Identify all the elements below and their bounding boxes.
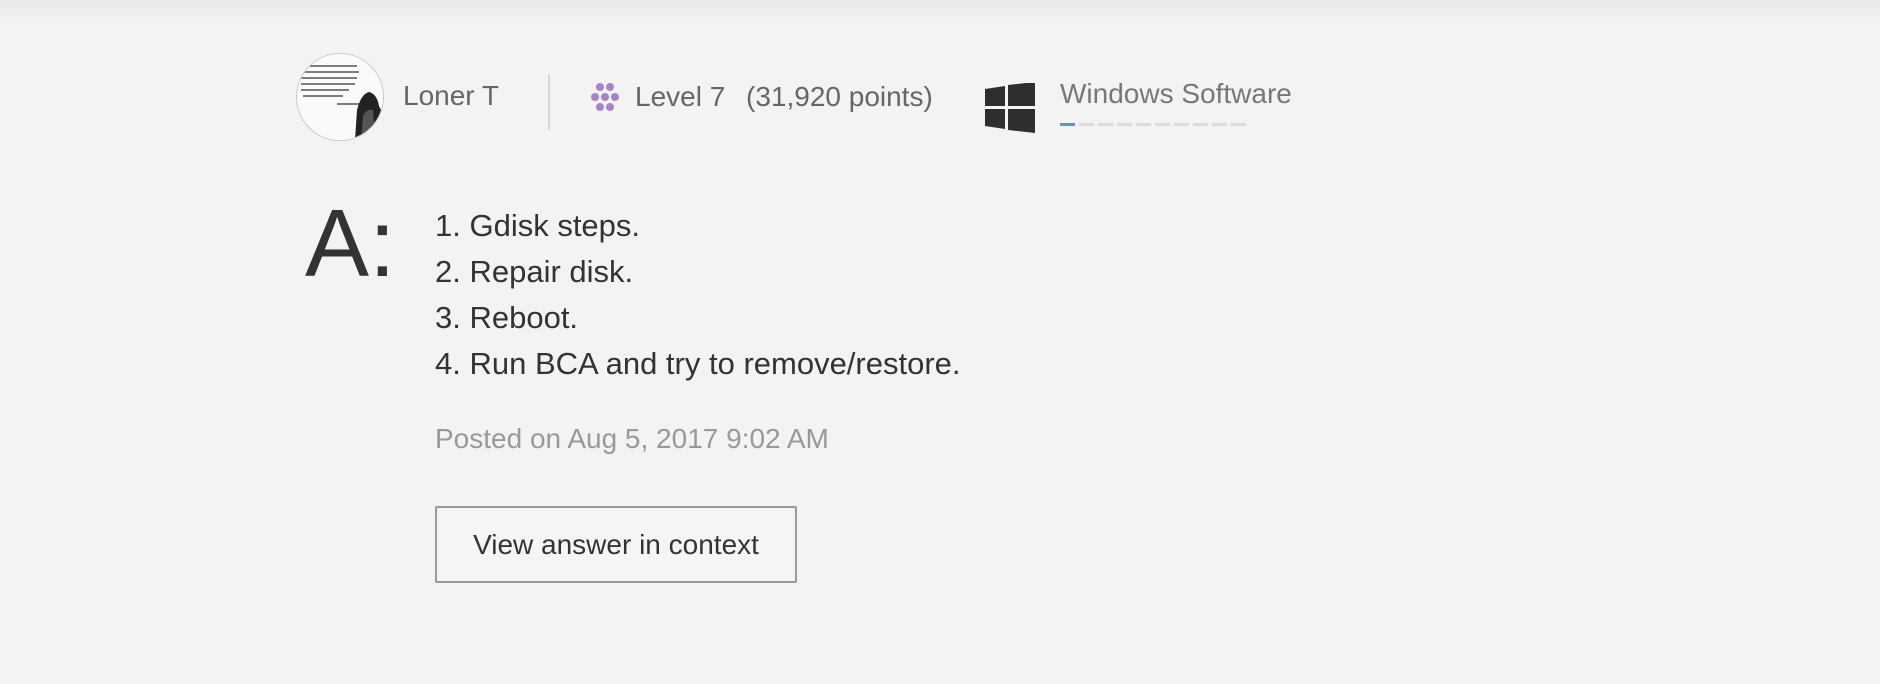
- answer-step: 1. Gdisk steps.: [435, 208, 641, 243]
- answer-step: 2. Repair disk.: [435, 254, 634, 289]
- community-progress: [1060, 123, 1246, 126]
- answer-step: 3. Reboot.: [435, 300, 579, 335]
- progress-segment: [1060, 123, 1075, 126]
- avatar-image: [297, 54, 383, 140]
- answer-step: 4. Run BCA and try to remove/restore.: [435, 346, 961, 381]
- progress-segment: [1117, 123, 1132, 126]
- progress-segment: [1098, 123, 1113, 126]
- divider: [548, 74, 550, 130]
- progress-segment: [1079, 123, 1094, 126]
- level-dots-icon: [591, 83, 619, 111]
- points-label: (31,920 points): [746, 81, 933, 112]
- view-answer-button[interactable]: View answer in context: [435, 506, 797, 583]
- progress-segment: [1231, 123, 1246, 126]
- avatar[interactable]: [296, 53, 384, 141]
- level-label: Level 7: [635, 81, 726, 112]
- progress-segment: [1174, 123, 1189, 126]
- progress-segment: [1136, 123, 1151, 126]
- progress-segment: [1193, 123, 1208, 126]
- progress-segment: [1155, 123, 1170, 126]
- author-name[interactable]: Loner T: [403, 80, 499, 112]
- progress-segment: [1212, 123, 1227, 126]
- top-shadow: [0, 0, 1880, 22]
- windows-logo-icon: [985, 83, 1035, 133]
- answer-steps: 1. Gdisk steps. 2. Repair disk. 3. Reboo…: [435, 203, 961, 387]
- author-bar: Loner T Level 7 (31,920 points) Windows …: [296, 53, 1396, 143]
- answer-marker: A:: [305, 190, 396, 297]
- posted-timestamp: Posted on Aug 5, 2017 9:02 AM: [435, 423, 829, 454]
- community-link[interactable]: Windows Software: [1060, 78, 1292, 110]
